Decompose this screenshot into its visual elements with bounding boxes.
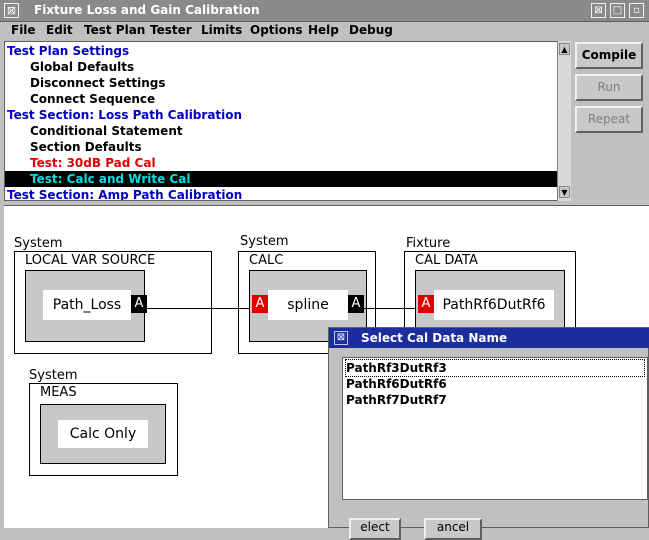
run-button[interactable]: Run	[575, 74, 643, 101]
test-plan-tree[interactable]: Test Plan Settings Global Defaults Disconn…	[4, 41, 571, 201]
compile-button[interactable]: Compile	[575, 42, 643, 69]
block4-category: System	[29, 368, 78, 383]
block4-name: MEAS	[40, 385, 77, 400]
block2-category: System	[240, 234, 289, 249]
block1-category: System	[14, 236, 63, 251]
list-item[interactable]: PathRf3DutRf3	[345, 359, 645, 377]
tree-item[interactable]: Test Section: Amp Path Calibration	[5, 187, 558, 200]
menu-edit[interactable]: Edit	[46, 23, 73, 37]
block3-port-in[interactable]: A	[418, 295, 434, 313]
tree-item[interactable]: Section Defaults	[5, 139, 570, 155]
repeat-button[interactable]: Repeat	[575, 106, 643, 133]
block3-value: PathRf6DutRf6	[434, 290, 554, 320]
menu-help[interactable]: Help	[308, 23, 339, 37]
tree-item[interactable]: Conditional Statement	[5, 123, 570, 139]
select-button[interactable]: elect	[349, 518, 401, 540]
menu-limits[interactable]: Limits	[201, 23, 242, 37]
window-titlebar: ⊠ Fixture Loss and Gain Calibration ⊠ □ …	[0, 0, 649, 22]
tree-item[interactable]: Connect Sequence	[5, 91, 570, 107]
menu-debug[interactable]: Debug	[349, 23, 393, 37]
list-item[interactable]: PathRf7DutRf7	[346, 392, 644, 408]
maximize-icon[interactable]: □	[610, 3, 625, 18]
cancel-button[interactable]: ancel	[424, 518, 482, 540]
close-icon[interactable]: ⊠	[591, 3, 606, 18]
tree-item[interactable]: Test: 30dB Pad Cal	[5, 155, 570, 171]
block3-name: CAL DATA	[415, 253, 478, 268]
tree-item[interactable]: Test Plan Settings	[5, 43, 558, 59]
system-menu-icon[interactable]: ⊠	[4, 3, 19, 18]
scroll-down-icon[interactable]: ▼	[559, 186, 570, 198]
tree-item[interactable]: Test: Calc and Write Cal	[5, 171, 570, 187]
block4-inner: Calc Only	[40, 404, 166, 464]
scroll-up-icon[interactable]: ▲	[559, 43, 570, 55]
block1-port-out[interactable]: A	[131, 295, 147, 313]
menu-tester[interactable]: Tester	[150, 23, 192, 37]
block1-inner: Path_Loss A	[25, 270, 147, 342]
dialog-title: Select Cal Data Name	[361, 331, 508, 345]
tree-item[interactable]: Test Section: Loss Path Calibration	[5, 107, 558, 123]
window-title: Fixture Loss and Gain Calibration	[34, 3, 260, 17]
menu-bar: File Edit Test Plan Tester Limits Option…	[0, 22, 649, 40]
tree-item[interactable]: Disconnect Settings	[5, 75, 570, 91]
block2-port-in[interactable]: A	[252, 295, 268, 313]
block2-port-out[interactable]: A	[348, 295, 364, 313]
select-cal-data-dialog: ⊠ Select Cal Data Name PathRf3DutRf3 Pat…	[328, 327, 649, 540]
wire-block1-block2	[144, 308, 250, 309]
block3-category: Fixture	[406, 236, 451, 251]
menu-options[interactable]: Options	[250, 23, 303, 37]
block4-value: Calc Only	[58, 420, 148, 448]
block1-name: LOCAL VAR SOURCE	[25, 253, 156, 268]
wire-block2-block3	[362, 308, 416, 309]
dialog-system-menu-icon[interactable]: ⊠	[334, 331, 348, 345]
tree-item[interactable]: Global Defaults	[5, 59, 570, 75]
cal-data-list[interactable]: PathRf3DutRf3 PathRf6DutRf6 PathRf7DutRf…	[342, 357, 648, 500]
list-item[interactable]: PathRf6DutRf6	[346, 376, 644, 392]
block2-value: spline	[268, 290, 348, 320]
block1-value: Path_Loss	[43, 290, 131, 320]
dialog-titlebar: ⊠ Select Cal Data Name	[329, 328, 649, 348]
block2-name: CALC	[249, 253, 284, 268]
block-local-var-source[interactable]: LOCAL VAR SOURCE Path_Loss A	[14, 251, 212, 354]
tree-scrollbar[interactable]: ▲ ▼	[557, 41, 571, 201]
menu-test-plan[interactable]: Test Plan	[84, 23, 145, 37]
minimize-icon[interactable]: ▫	[629, 3, 644, 18]
block-meas[interactable]: MEAS Calc Only	[29, 383, 178, 476]
menu-file[interactable]: File	[11, 23, 36, 37]
